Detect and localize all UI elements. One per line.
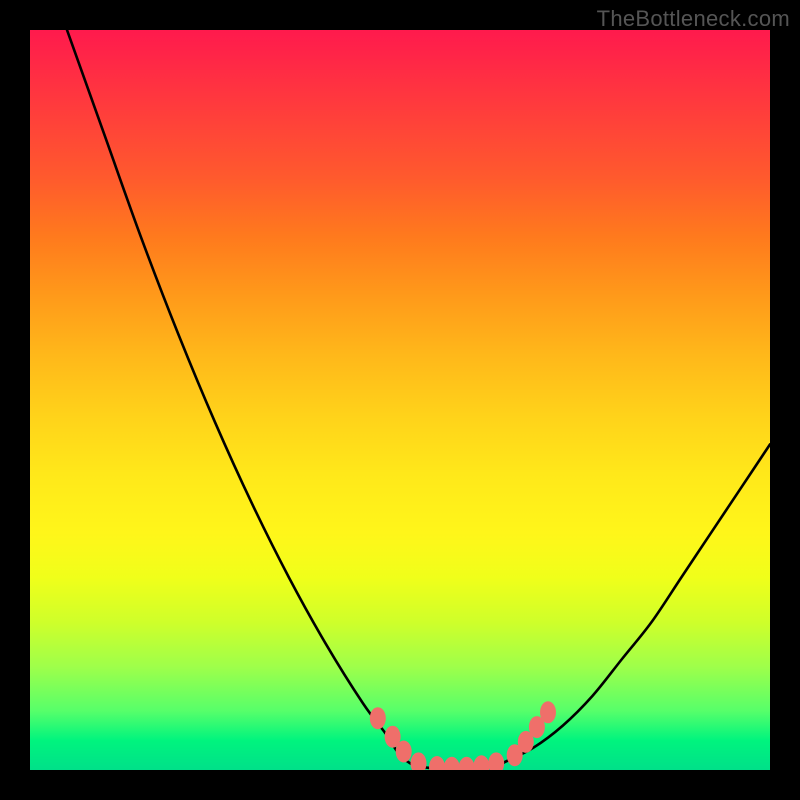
curve-overlay — [30, 30, 770, 770]
watermark-text: TheBottleneck.com — [597, 6, 790, 32]
highlight-dots — [370, 701, 556, 770]
highlight-dot — [459, 757, 475, 770]
highlight-dot — [396, 741, 412, 763]
highlight-dot — [370, 707, 386, 729]
highlight-dot — [540, 701, 556, 723]
highlight-dot — [444, 757, 460, 770]
highlight-dot — [488, 752, 504, 770]
plot-area — [30, 30, 770, 770]
bottleneck-curve-path — [67, 30, 770, 769]
chart-frame: TheBottleneck.com — [0, 0, 800, 800]
highlight-dot — [473, 755, 489, 770]
highlight-dot — [411, 752, 427, 770]
highlight-dot — [429, 756, 445, 770]
bottleneck-curve — [67, 30, 770, 769]
